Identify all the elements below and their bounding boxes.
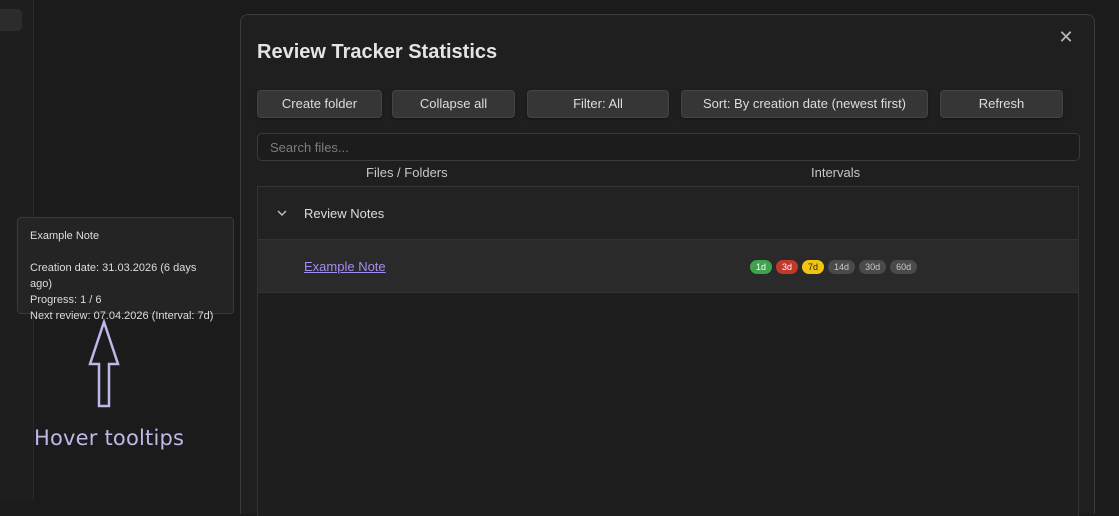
- create-folder-button[interactable]: Create folder: [257, 90, 382, 118]
- ribbon-button[interactable]: [0, 9, 22, 31]
- interval-badge-1d: 1d: [750, 260, 773, 274]
- tooltip-progress: Progress: 1 / 6: [30, 294, 102, 306]
- hover-caption: Hover tooltips: [34, 426, 185, 450]
- modal-title: Review Tracker Statistics: [257, 41, 498, 63]
- folder-name: Review Notes: [304, 206, 385, 221]
- tooltip-title: Example Note: [30, 230, 100, 242]
- column-header-intervals: Intervals: [811, 165, 861, 180]
- column-header-files: Files / Folders: [366, 165, 448, 180]
- file-row: Example Note 1d 3d 7d 14d 30d 60d: [258, 240, 1078, 293]
- interval-badge-14d: 14d: [828, 260, 856, 274]
- folder-row[interactable]: Review Notes: [258, 187, 1078, 240]
- file-link[interactable]: Example Note: [304, 259, 386, 274]
- interval-badge-3d: 3d: [776, 260, 799, 274]
- chevron-down-icon[interactable]: [276, 207, 288, 219]
- tooltip-next-review: Next review: 07.04.2026 (Interval: 7d): [30, 310, 214, 322]
- interval-badge-7d: 7d: [802, 260, 825, 274]
- up-arrow-icon: [88, 318, 120, 408]
- sort-button[interactable]: Sort: By creation date (newest first): [681, 90, 928, 118]
- collapse-all-button[interactable]: Collapse all: [392, 90, 515, 118]
- refresh-button[interactable]: Refresh: [940, 90, 1063, 118]
- filter-button[interactable]: Filter: All: [527, 90, 669, 118]
- search-input[interactable]: [257, 133, 1080, 161]
- close-icon[interactable]: ✕: [1054, 25, 1078, 49]
- statistics-modal: ✕ Review Tracker Statistics Create folde…: [240, 14, 1095, 516]
- interval-badge-30d: 30d: [859, 260, 887, 274]
- interval-badges: 1d 3d 7d 14d 30d 60d: [750, 260, 918, 274]
- file-tree: Review Notes Example Note 1d 3d 7d 14d 30d 60…: [257, 186, 1079, 516]
- hover-tooltip: Example Note Creation date: 31.03.2026 (…: [17, 217, 234, 322]
- tooltip-creation-date: Creation date: 31.03.2026 (6 days ago): [30, 262, 197, 290]
- interval-badge-60d: 60d: [890, 260, 918, 274]
